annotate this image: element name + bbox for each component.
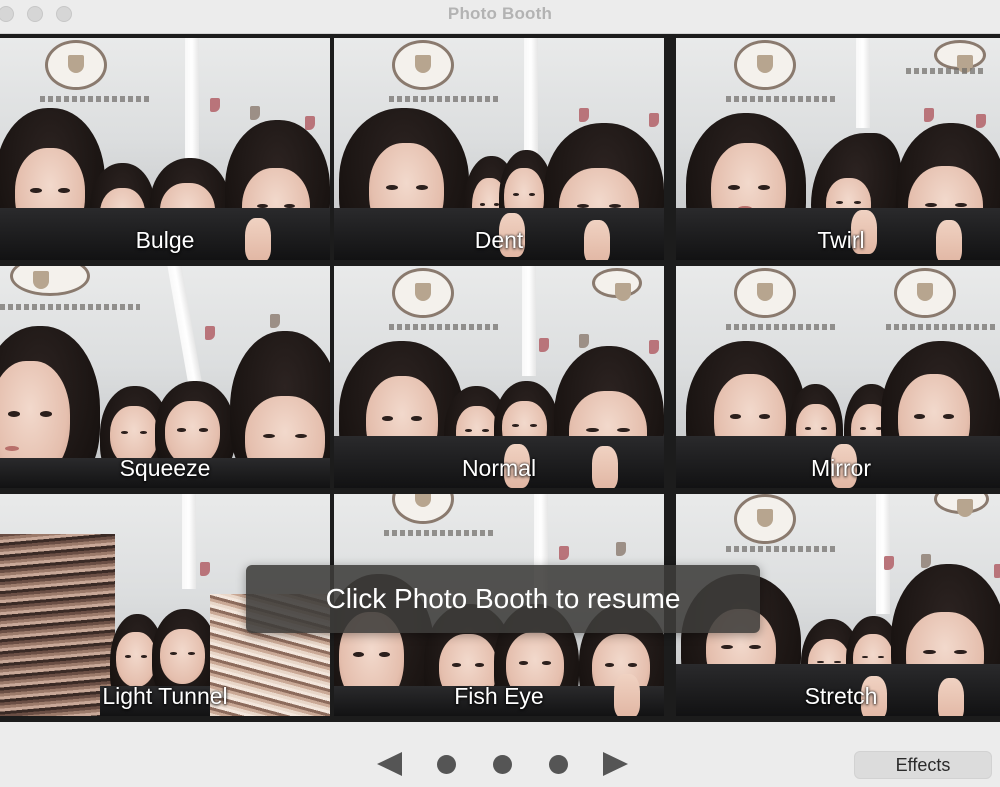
next-page-arrow-icon[interactable] xyxy=(603,752,628,776)
effects-button[interactable]: Effects xyxy=(854,751,992,779)
effect-tile-normal[interactable]: Normal xyxy=(334,266,664,488)
effect-label: Fish Eye xyxy=(454,683,544,709)
effect-label: Normal xyxy=(461,455,537,481)
effects-button-label: Effects xyxy=(895,754,951,775)
effect-label: Twirl xyxy=(817,227,865,253)
photo-booth-window: Photo Booth Bulge Dent Twirl Squeeze Nor… xyxy=(0,0,1000,787)
effect-tile-bulge[interactable]: Bulge xyxy=(0,38,330,260)
effect-tile-twirl[interactable]: Twirl xyxy=(676,38,1000,260)
effect-tile-dent[interactable]: Dent xyxy=(334,38,664,260)
effect-tile-mirror[interactable]: Mirror xyxy=(676,266,1000,488)
effect-label: Bulge xyxy=(135,227,195,253)
effect-label: Light Tunnel xyxy=(102,683,228,709)
effect-label: Mirror xyxy=(810,455,872,481)
page-indicator-dot-1[interactable] xyxy=(437,755,456,774)
page-indicator-dot-2[interactable] xyxy=(493,755,512,774)
title-bar[interactable]: Photo Booth xyxy=(0,0,1000,34)
resume-message: Click Photo Booth to resume xyxy=(325,583,681,614)
effect-tile-squeeze[interactable]: Squeeze xyxy=(0,266,330,488)
effect-label: Stretch xyxy=(804,683,878,709)
page-indicator-dot-3[interactable] xyxy=(549,755,568,774)
resume-overlay[interactable]: Click Photo Booth to resume xyxy=(246,565,760,633)
effect-label: Squeeze xyxy=(119,455,211,481)
effect-label: Dent xyxy=(474,227,524,253)
window-title: Photo Booth xyxy=(447,4,553,23)
previous-page-arrow-icon[interactable] xyxy=(377,752,402,776)
